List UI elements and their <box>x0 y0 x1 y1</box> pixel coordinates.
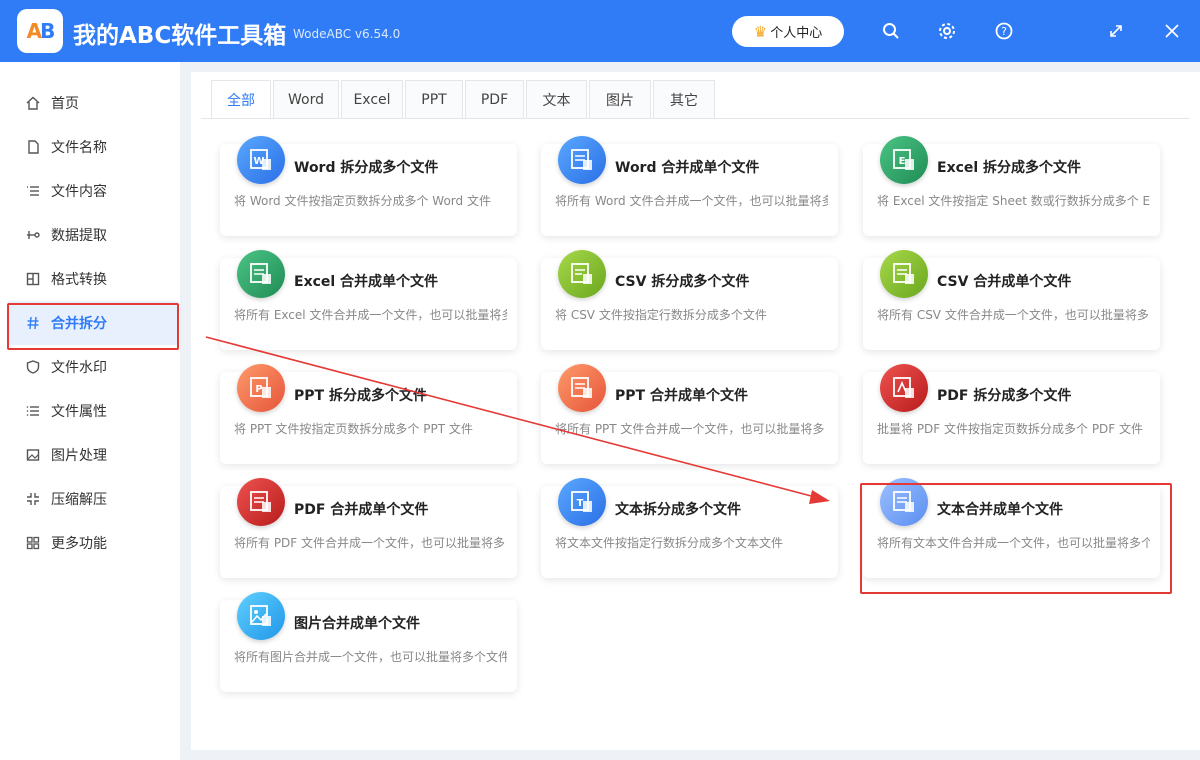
annotation-arrow <box>205 336 830 504</box>
